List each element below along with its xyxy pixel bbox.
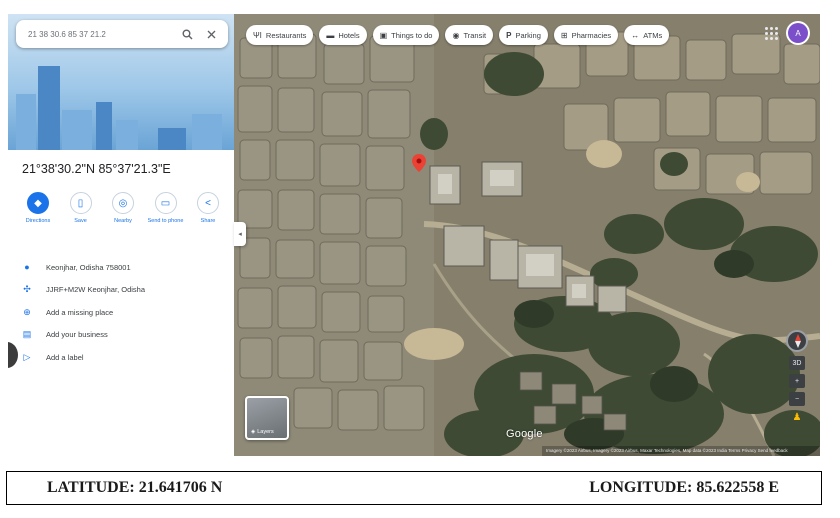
info-row-add-label[interactable]: ▷ Add a label (20, 346, 230, 369)
chip-label: Restaurants (265, 30, 307, 40)
send-to-phone-label: Send to phone (147, 218, 184, 224)
layers-label: ◈ Layers (251, 429, 274, 435)
chip-pharmacies[interactable]: ⊞ Pharmacies (553, 25, 619, 45)
category-chips: ΨΙ Restaurants ▬ Hotels ▣ Things to do ◉ Tra… (246, 25, 670, 45)
transit-icon: ◉ (452, 30, 460, 40)
layers-icon: ◈ (251, 429, 256, 435)
place-hero-image: 21 38 30.6 85 37 21.2 (8, 14, 234, 150)
coordinates-caption: LATITUDE: 21.641706 N LONGITUDE: 85.6225… (6, 471, 822, 505)
directions-label: Directions (25, 218, 51, 224)
add-business-text: Add your business (46, 330, 108, 340)
chip-label: Hotels (338, 30, 360, 40)
plus-code-icon: ✣ (23, 284, 31, 295)
close-icon[interactable] (202, 25, 220, 43)
add-place-text: Add a missing place (46, 307, 114, 317)
atm-icon: ↔ (631, 30, 640, 40)
search-box[interactable]: 21 38 30.6 85 37 21.2 (16, 20, 228, 48)
parking-icon: P (506, 30, 512, 40)
share-label: Share (200, 218, 216, 224)
save-button[interactable]: ▯ Save (61, 192, 101, 225)
restaurant-icon: ΨΙ (253, 30, 262, 40)
label-icon: ▷ (23, 351, 31, 362)
3d-toggle-button[interactable]: 3D (789, 356, 805, 370)
info-row-address[interactable]: ● Keonjhar, Odisha 758001 (20, 256, 230, 279)
camera-icon: ▣ (379, 30, 388, 40)
address-text: Keonjhar, Odisha 758001 (46, 262, 131, 272)
zoom-in-button[interactable]: + (789, 374, 805, 388)
chip-things-to-do[interactable]: ▣ Things to do (372, 25, 440, 45)
search-input[interactable]: 21 38 30.6 85 37 21.2 (28, 30, 172, 39)
business-icon: ▤ (22, 329, 32, 340)
chip-label: Parking (515, 30, 541, 40)
place-title: 21°38'30.2"N 85°37'21.3"E (22, 162, 171, 176)
add-label-text: Add a label (46, 352, 84, 362)
chevron-left-icon: ◂ (238, 231, 242, 238)
longitude-text: LONGITUDE: 85.622558 E (589, 479, 779, 496)
avatar[interactable]: A (788, 23, 808, 43)
compass-icon[interactable] (786, 330, 808, 352)
chip-label: Things to do (391, 30, 433, 40)
pegman-icon[interactable]: ♟ (789, 410, 805, 424)
search-icon[interactable] (178, 25, 196, 43)
google-logo: Google (506, 428, 543, 440)
info-row-plus-code[interactable]: ✣ JJRF+M2W Keonjhar, Odisha (20, 279, 230, 302)
share-button[interactable]: < Share (188, 192, 228, 225)
nearby-icon: ◎ (112, 192, 134, 214)
pharmacy-icon: ⊞ (560, 30, 568, 40)
info-row-add-place[interactable]: ⊕ Add a missing place (20, 301, 230, 324)
map-controls: 3D + − ♟ (786, 330, 808, 424)
maps-screenshot: 21 38 30.6 85 37 21.2 21°38'30.2"N 85°37… (8, 14, 820, 456)
chip-parking[interactable]: P Parking (499, 25, 548, 45)
share-icon: < (197, 192, 219, 214)
add-place-icon: ⊕ (23, 306, 31, 317)
chip-restaurants[interactable]: ΨΙ Restaurants (246, 25, 314, 45)
zoom-out-button[interactable]: − (789, 392, 805, 406)
latitude-text: LATITUDE: 21.641706 N (47, 479, 223, 496)
place-info-list: ● Keonjhar, Odisha 758001 ✣ JJRF+M2W Keo… (20, 256, 230, 369)
phone-icon: ▭ (154, 192, 177, 214)
place-panel: 21 38 30.6 85 37 21.2 21°38'30.2"N 85°37… (8, 14, 234, 456)
chip-label: Transit (463, 30, 487, 40)
bookmark-icon: ▯ (69, 192, 92, 214)
nearby-button[interactable]: ◎ Nearby (103, 192, 143, 225)
scan-edge-mark (8, 342, 18, 368)
chip-label: Pharmacies (571, 30, 612, 40)
location-pin-icon: ● (24, 262, 30, 273)
location-pin-marker[interactable] (412, 154, 426, 172)
collapse-panel-button[interactable]: ◂ (234, 222, 246, 246)
satellite-map[interactable]: ΨΙ Restaurants ▬ Hotels ▣ Things to do ◉ Tra… (234, 14, 820, 456)
directions-button[interactable]: ◆ Directions (18, 192, 58, 225)
map-attribution: Imagery ©2023 Airbus, Imagery ©2023 Airb… (542, 446, 820, 456)
info-row-add-business[interactable]: ▤ Add your business (20, 324, 230, 347)
action-buttons: ◆ Directions ▯ Save ◎ Nearby ▭ Send to p… (18, 192, 228, 225)
chip-transit[interactable]: ◉ Transit (445, 25, 494, 45)
satellite-imagery (234, 14, 820, 456)
chip-atms[interactable]: ↔ ATMs (624, 25, 670, 45)
chip-hotels[interactable]: ▬ Hotels (319, 25, 367, 45)
apps-grid-icon[interactable] (763, 25, 779, 41)
hotel-icon: ▬ (326, 30, 335, 40)
nearby-label: Nearby (114, 218, 132, 224)
save-label: Save (74, 218, 87, 224)
plus-code-text: JJRF+M2W Keonjhar, Odisha (46, 285, 145, 295)
layers-button[interactable]: ◈ Layers (245, 396, 289, 440)
send-to-phone-button[interactable]: ▭ Send to phone (146, 192, 186, 225)
layers-label-text: Layers (257, 429, 274, 435)
chip-label: ATMs (643, 30, 663, 40)
directions-icon: ◆ (27, 192, 49, 214)
